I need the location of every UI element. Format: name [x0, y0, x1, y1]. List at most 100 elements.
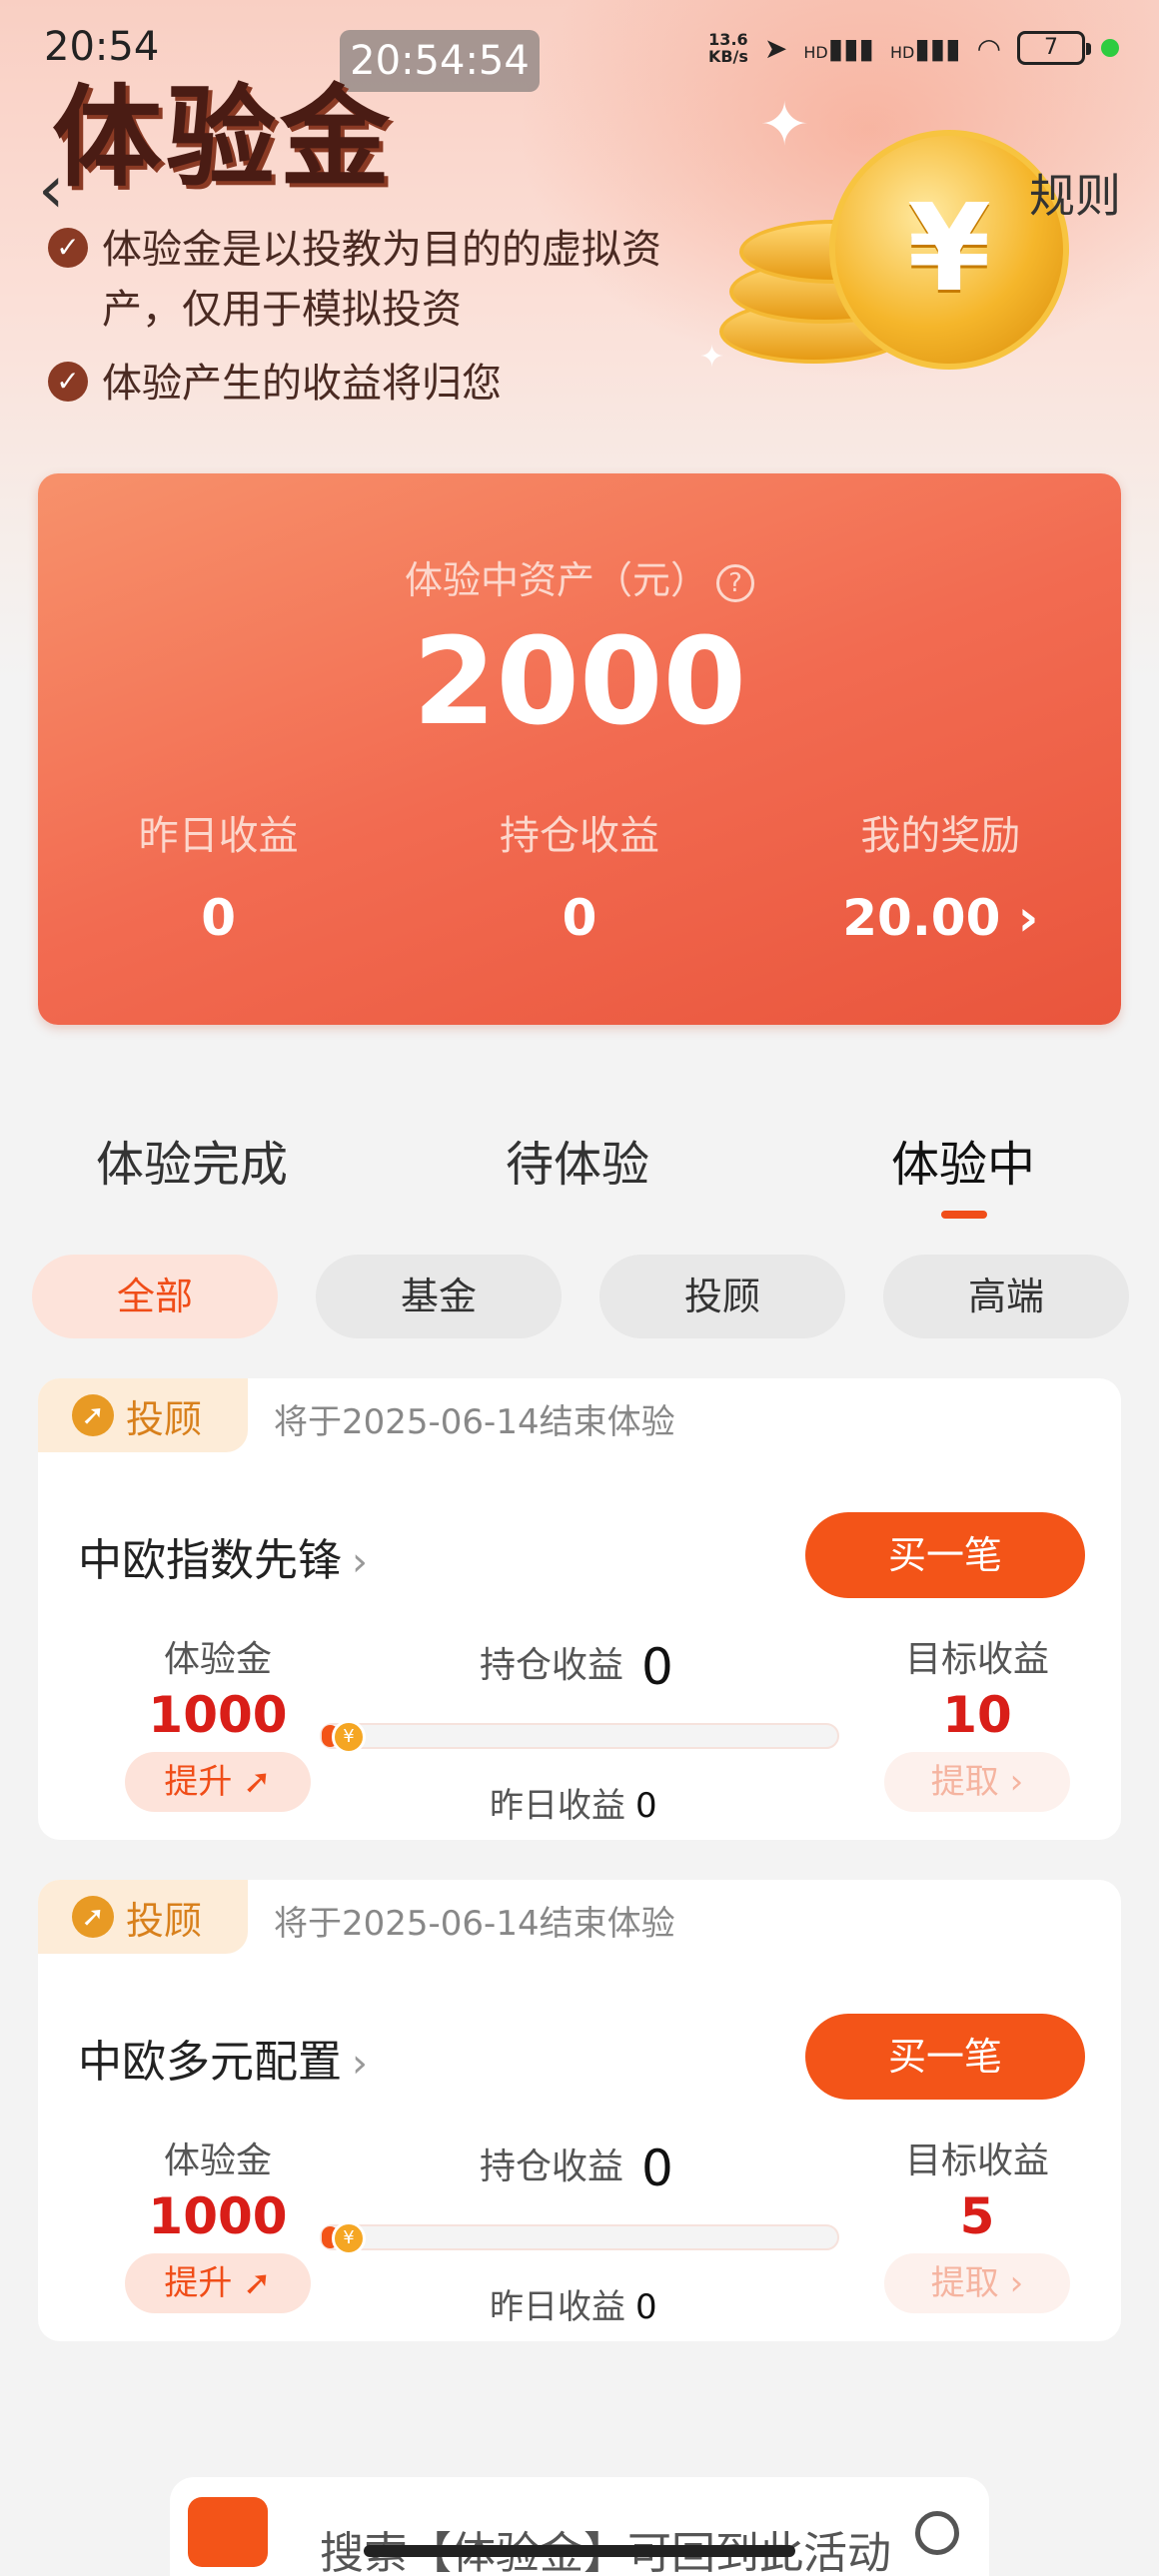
yesterday-label: 昨日收益 — [490, 2287, 625, 2327]
yuan-knob-icon: ¥ — [332, 2221, 366, 2255]
asset-stats: 昨日收益 0 持仓收益 0 我的奖励 20.00 › — [38, 803, 1121, 947]
asset-label: 体验中资产（元）? — [38, 549, 1121, 604]
target-column: 目标收益 5 提取 › — [857, 2132, 1097, 2313]
experience-value: 1000 — [148, 2187, 288, 2245]
target-value: 10 — [942, 1686, 1012, 1744]
signal-label: HD — [803, 42, 828, 62]
experience-label: 体验金 — [163, 1639, 272, 1680]
battery-icon: 7 — [1017, 31, 1091, 65]
stat-yesterday: 昨日收益 0 — [38, 803, 399, 947]
search-reminder-bar[interactable]: 搜索【体验金】可回到此活动 — [170, 2477, 989, 2576]
tab-completed[interactable]: 体验完成 — [96, 1125, 288, 1195]
home-indicator[interactable] — [364, 2545, 795, 2557]
sparkle-icon: ✦ — [699, 340, 725, 375]
chevron-left-icon: ‹ — [38, 151, 65, 228]
upgrade-button[interactable]: 提升 ➚ — [125, 2253, 311, 2313]
asset-summary-card: 体验中资产（元）? 2000 昨日收益 0 持仓收益 0 我的奖励 20.00 … — [38, 473, 1121, 1025]
location-icon: ➤ — [763, 31, 788, 65]
net-speed-value: 13.6 — [708, 30, 748, 49]
stat-label: 我的奖励 — [860, 813, 1021, 859]
asset-label-text: 体验中资产（元） — [404, 558, 708, 602]
app-icon — [188, 2497, 268, 2567]
experience-value: 1000 — [148, 1686, 288, 1744]
net-speed-unit: KB/s — [707, 47, 748, 66]
tab-in-progress[interactable]: 体验中 — [891, 1125, 1035, 1195]
holding-value: 0 — [641, 2140, 673, 2197]
tab-active-indicator — [941, 1211, 987, 1219]
chevron-right-icon: › — [352, 1539, 368, 1585]
target-value: 5 — [959, 2187, 995, 2245]
stat-value: 0 — [201, 889, 237, 947]
stat-reward[interactable]: 我的奖励 20.00 › — [760, 803, 1121, 947]
question-circle-icon[interactable]: ? — [716, 563, 754, 602]
fund-card: ➚ 投顾 将于2025-06-14结束体验 中欧指数先锋 › 买一笔 体验金 10… — [38, 1378, 1121, 1840]
experience-label: 体验金 — [163, 2141, 272, 2181]
buy-button[interactable]: 买一笔 — [805, 1512, 1085, 1598]
signal-icon: HD▮▮▮ — [803, 31, 874, 65]
stat-label: 昨日收益 — [138, 813, 299, 859]
withdraw-button[interactable]: 提取 › — [884, 1752, 1070, 1812]
progress-bar: ¥ — [320, 2221, 839, 2255]
tab-pending[interactable]: 待体验 — [506, 1125, 649, 1195]
stat-value: 0 — [562, 889, 597, 947]
buy-button[interactable]: 买一笔 — [805, 2014, 1085, 2100]
holding-income: 持仓收益 0 — [480, 2138, 673, 2197]
yuan-knob-icon: ¥ — [332, 1720, 366, 1754]
coins-illustration: ¥ ✦ ✦ — [699, 90, 1139, 420]
holding-value: 0 — [641, 1638, 673, 1696]
bullet-text: 体验产生的收益将归您 — [102, 361, 502, 407]
yesterday-label: 昨日收益 — [490, 1786, 625, 1826]
tag-label: 投顾 — [126, 1396, 203, 1441]
fund-name: 中欧指数先锋 — [78, 1535, 342, 1586]
net-speed: 13.6 KB/s — [708, 31, 748, 65]
fund-card: ➚ 投顾 将于2025-06-14结束体验 中欧多元配置 › 买一笔 体验金 10… — [38, 1880, 1121, 2341]
stat-label: 持仓收益 — [499, 813, 659, 859]
status-dot — [1101, 39, 1119, 57]
yesterday-value: 0 — [635, 1786, 657, 1826]
holding-income: 持仓收益 0 — [480, 1636, 673, 1696]
fund-name-link[interactable]: 中欧多元配置 › — [78, 2026, 368, 2090]
page-title: 体验金 — [52, 74, 394, 202]
asset-value: 2000 — [413, 613, 746, 752]
yesterday-value: 0 — [635, 2287, 657, 2327]
filter-high-end[interactable]: 高端 — [883, 1255, 1129, 1338]
fund-name: 中欧多元配置 — [78, 2037, 342, 2088]
holding-label: 持仓收益 — [480, 1645, 624, 1686]
status-tabs: 体验完成 待体验 体验中 — [0, 1115, 1159, 1225]
yesterday-income: 昨日收益 0 — [490, 2279, 657, 2328]
filter-fund[interactable]: 基金 — [316, 1255, 562, 1338]
filter-all[interactable]: 全部 — [32, 1255, 278, 1338]
experience-column: 体验金 1000 提升 ➚ — [98, 1630, 338, 1812]
search-icon — [915, 2511, 959, 2555]
bullet-item: ✓ 体验产生的收益将归您 — [48, 354, 687, 414]
sparkle-icon: ✦ — [759, 90, 810, 160]
experience-column: 体验金 1000 提升 ➚ — [98, 2132, 338, 2313]
tag-label: 投顾 — [126, 1898, 203, 1943]
bullet-text: 体验金是以投教为目的的虚拟资产，仅用于模拟投资 — [102, 227, 661, 333]
advisor-icon: ➚ — [72, 1896, 114, 1938]
upgrade-button[interactable]: 提升 ➚ — [125, 1752, 311, 1812]
rules-link[interactable]: 规则 — [1029, 160, 1121, 226]
check-circle-icon: ✓ — [48, 362, 88, 402]
end-date-text: 将于2025-06-14结束体验 — [274, 1904, 675, 1944]
target-column: 目标收益 10 提取 › — [857, 1630, 1097, 1812]
chevron-right-icon: › — [352, 2041, 368, 2087]
status-icons: 13.6 KB/s ➤ HD▮▮▮ HD▮▮▮ ◠ 7 — [708, 28, 1119, 68]
yesterday-income: 昨日收益 0 — [490, 1778, 657, 1827]
fund-tag: ➚ 投顾 — [38, 1378, 248, 1452]
wifi-icon: ◠ — [976, 31, 1001, 65]
bullet-item: ✓ 体验金是以投教为目的的虚拟资产，仅用于模拟投资 — [48, 220, 687, 340]
target-label: 目标收益 — [904, 1639, 1049, 1680]
stat-value: 20.00 › — [842, 889, 1039, 947]
advisor-icon: ➚ — [72, 1394, 114, 1436]
signal-label: HD — [889, 42, 915, 62]
withdraw-button[interactable]: 提取 › — [884, 2253, 1070, 2313]
check-circle-icon: ✓ — [48, 228, 88, 268]
progress-bar: ¥ — [320, 1720, 839, 1754]
battery-level: 7 — [1044, 35, 1058, 60]
filter-advisor[interactable]: 投顾 — [599, 1255, 845, 1338]
target-label: 目标收益 — [904, 2141, 1049, 2181]
fund-name-link[interactable]: 中欧指数先锋 › — [78, 1524, 368, 1588]
signal-icon: HD▮▮▮ — [889, 31, 961, 65]
end-date-text: 将于2025-06-14结束体验 — [274, 1402, 675, 1442]
